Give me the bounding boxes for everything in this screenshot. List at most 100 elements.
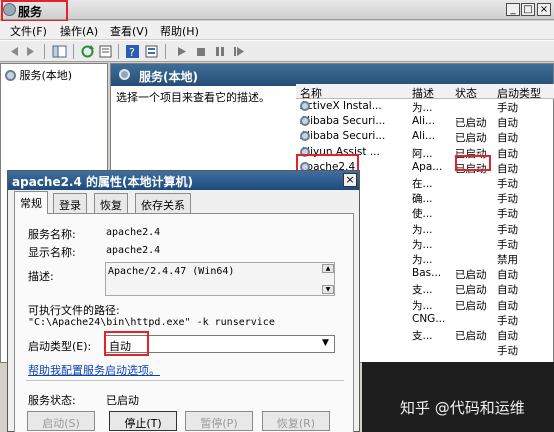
pause-button[interactable]: 暂停(P) — [185, 411, 253, 431]
service-description-cell: Ali... — [412, 130, 450, 142]
service-description-cell: 为... — [412, 222, 450, 237]
dialog-close-button[interactable]: × — [343, 173, 357, 187]
toolbar: ? — [0, 40, 554, 62]
stop-icon[interactable] — [193, 44, 208, 59]
back-icon[interactable] — [6, 44, 21, 59]
service-startup-cell-text: 手动 — [497, 223, 518, 236]
description-textbox[interactable]: Apache/2.4.47 (Win64) — [105, 262, 335, 296]
stop-button[interactable]: 停止(T) — [109, 411, 177, 431]
service-startup-cell-text: 自动 — [497, 299, 518, 312]
dialog-titlebar: apache2.4 的属性(本地计算机) — [8, 171, 359, 190]
window-titlebar: 服务 _ □ × — [0, 0, 554, 20]
service-status-cell-text: 已启动 — [455, 117, 487, 130]
properties-icon[interactable] — [144, 44, 159, 59]
service-row[interactable]: Alibaba Securi... Ali... 已启动 自动 — [296, 129, 554, 144]
separator — [26, 380, 344, 381]
pane-header-title: 服务(本地) — [139, 70, 198, 84]
gear-icon — [5, 70, 16, 81]
service-name-cell-text: Alibaba Securi... — [300, 115, 386, 128]
list-header: 名称 描述 状态 启动类型 — [296, 84, 554, 100]
service-startup-cell-text: 自动 — [497, 162, 518, 175]
service-description-cell: Ali... — [412, 115, 450, 127]
service-description-cell-text: 使... — [412, 208, 433, 221]
service-description-cell: Bas... — [412, 267, 450, 279]
service-startup-cell-text: 手动 — [497, 193, 518, 206]
apache-status-highlight-box — [455, 155, 491, 171]
help-configure-link[interactable]: 帮助我配置服务启动选项。 — [28, 362, 160, 378]
service-description-cell-text: 为... — [412, 102, 433, 114]
pause-icon[interactable] — [212, 44, 227, 59]
menu-help[interactable]: 帮助(H) — [160, 23, 199, 39]
chevron-down-icon: ▼ — [322, 338, 329, 348]
service-status-label: 服务状态: — [28, 394, 76, 407]
service-description-cell: CNG... — [412, 313, 450, 325]
service-row[interactable]: Alibaba Securi... Ali... 已启动 自动 — [296, 114, 554, 129]
service-startup-cell-text: 手动 — [497, 238, 518, 251]
service-startup-cell-text: 自动 — [497, 284, 518, 297]
service-startup-cell-text: 手动 — [497, 345, 518, 358]
service-startup-cell-text: 禁用 — [497, 254, 518, 266]
startup-type-highlight-box — [104, 331, 149, 356]
menu-bar: 文件(F) 操作(A) 查看(V) 帮助(H) — [0, 21, 554, 39]
toolbar-separator — [44, 44, 45, 59]
play-icon[interactable] — [174, 44, 189, 59]
scroll-down-icon[interactable]: ▼ — [322, 285, 334, 294]
service-status-cell: 已启动 — [455, 298, 495, 313]
tab-general[interactable]: 常规 — [14, 191, 48, 214]
service-description-cell: 为... — [412, 252, 450, 267]
tab-recovery[interactable]: 恢复 — [94, 193, 128, 213]
help-icon[interactable]: ? — [125, 44, 140, 59]
menu-action[interactable]: 操作(A) — [60, 23, 98, 39]
maximize-button[interactable]: □ — [521, 3, 535, 16]
service-startup-cell: 手动 — [497, 191, 547, 206]
service-description-cell: 确... — [412, 191, 450, 206]
service-startup-cell-text: 自动 — [497, 147, 518, 160]
service-description-cell-text: 在... — [412, 178, 433, 190]
service-row[interactable]: ActiveX Instal... 为... 手动 — [296, 99, 554, 114]
refresh-icon[interactable] — [80, 44, 95, 59]
forward-icon[interactable] — [24, 44, 39, 59]
close-button[interactable]: × — [537, 3, 551, 16]
start-button[interactable]: 启动(S) — [27, 411, 95, 431]
display-name-label: 显示名称: — [28, 246, 76, 259]
service-description-cell-text: Ali... — [412, 115, 436, 128]
service-description-cell-text: Ali... — [412, 130, 436, 143]
service-status-cell-text: 已启动 — [455, 269, 487, 282]
service-description-cell: Apa... — [412, 161, 450, 173]
service-startup-cell-text: 自动 — [497, 117, 518, 130]
export-icon[interactable] — [98, 44, 113, 59]
resume-button[interactable]: 恢复(R) — [262, 411, 330, 431]
service-description-cell-text: 为... — [412, 299, 433, 312]
service-startup-cell-text: 自动 — [497, 132, 518, 145]
menu-view[interactable]: 查看(V) — [110, 23, 148, 39]
service-status-cell: 已启动 — [455, 282, 495, 297]
scroll-up-icon[interactable]: ▲ — [322, 264, 334, 273]
tree-node-label: 服务(本地) — [19, 69, 73, 82]
menu-file[interactable]: 文件(F) — [10, 23, 47, 39]
service-status-cell-text: 已启动 — [455, 299, 487, 312]
executable-path-value: "C:\Apache24\bin\httpd.exe" -k runservic… — [28, 317, 275, 328]
tab-dependencies[interactable]: 依存关系 — [135, 193, 191, 213]
description-label: 描述: — [28, 270, 54, 283]
service-status-cell-text: 已启动 — [455, 284, 487, 297]
display-name-value: apache2.4 — [106, 245, 161, 256]
service-startup-cell-text: 自动 — [497, 330, 518, 342]
service-startup-cell: 自动 — [497, 328, 547, 343]
service-name-label: 服务名称: — [28, 228, 76, 241]
service-description-cell-text: CNG... — [412, 312, 446, 325]
toolbar-separator — [118, 44, 119, 59]
service-description-cell-text: Bas... — [412, 267, 442, 280]
service-description-cell-text: 阿... — [412, 147, 433, 160]
tab-logon[interactable]: 登录 — [53, 193, 87, 213]
minimize-button[interactable]: _ — [506, 3, 520, 16]
show-tree-icon[interactable] — [52, 44, 67, 59]
restart-icon[interactable] — [231, 44, 246, 59]
service-startup-cell: 自动 — [497, 282, 547, 297]
service-description-cell: 使... — [412, 206, 450, 221]
service-startup-cell-text: 手动 — [497, 102, 518, 114]
service-startup-cell: 手动 — [497, 343, 547, 358]
tree-node-services-local[interactable]: 服务(本地) — [5, 67, 72, 83]
service-description-cell: 在... — [412, 176, 450, 191]
service-status-cell-text: 已启动 — [455, 132, 487, 145]
service-description-cell: 为... — [412, 298, 450, 313]
